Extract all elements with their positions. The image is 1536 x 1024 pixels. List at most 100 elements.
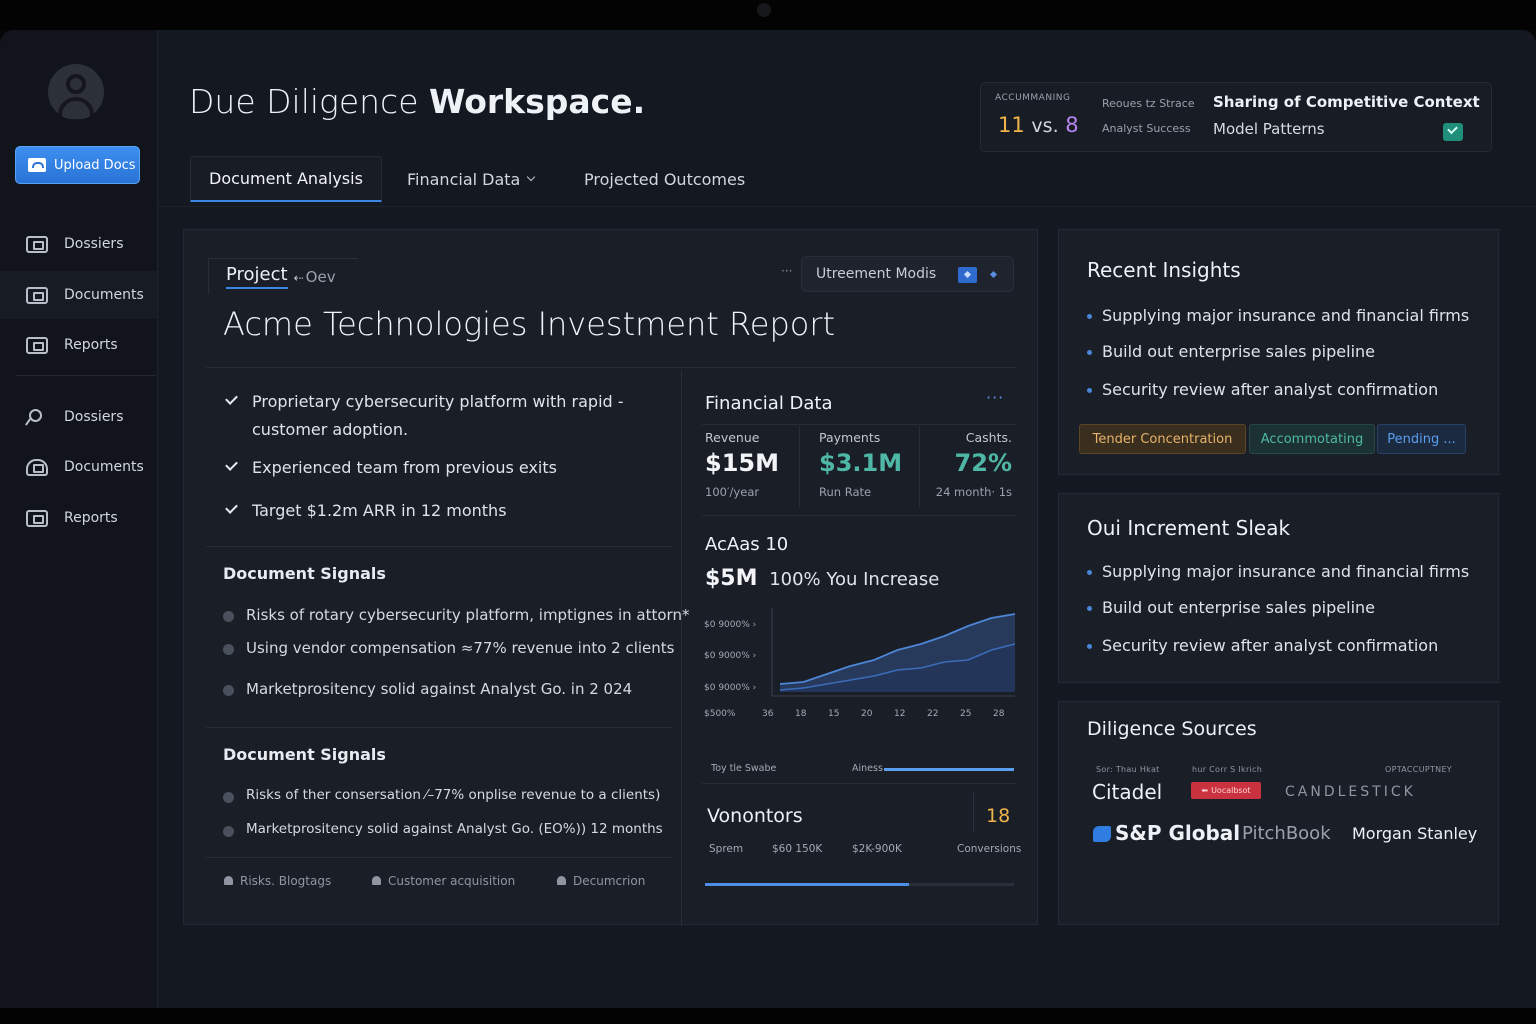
tab-label: Financial Data [407,169,521,189]
check-icon[interactable] [1443,123,1463,141]
camera-icon [757,3,771,17]
highlight-item: Target $1.2m ARR in 12 months [222,497,662,525]
sidebar-item-label: Documents [64,459,144,475]
source-logo-candlestick[interactable]: CANDLESTICK [1285,784,1416,800]
sidebar-item-reports-2[interactable]: Reports [0,494,157,542]
stat-subline: Model Patterns [1213,120,1325,138]
more-icon[interactable]: ··· [986,388,1004,407]
source-logo-citadel[interactable]: Citadel [1092,780,1162,804]
page-title-light: Due Diligence [189,82,419,121]
more-icon[interactable]: ··· [781,264,792,278]
vonontors-progress [705,883,1014,886]
stat-headline: Sharing of Competitive Context [1213,93,1480,111]
tab-projected-outcomes[interactable]: Projected Outcomes [584,156,745,202]
stat-label: ACCUMMANING [995,93,1071,103]
progress-fill [884,768,1014,771]
y-tick-label: $0 9000% › [704,651,756,661]
card-title: Recent Insights [1087,258,1241,282]
source-logo-pitchbook[interactable]: PitchBook [1242,823,1331,844]
link-icon [26,408,48,426]
signal-item: Risks of ther consersation ⁄–77% onplise… [222,787,660,803]
source-logo-sp-global[interactable]: S&P Global [1093,821,1240,845]
sidebar-item-label: Reports [64,337,118,353]
tag-accommotating[interactable]: Accommotating [1249,424,1375,454]
vonontors-sub: Sprem [709,843,744,855]
sidebar-item-label: Reports [64,510,118,526]
footer-tag[interactable]: Risks. Blogtags [224,874,331,888]
x-tick-label: 12 [894,709,905,719]
section-title: Document Signals [223,745,386,764]
sp-global-logo-icon [1093,826,1111,842]
metric-cash: Cashts. 72% 24 month· 1s [912,430,1012,508]
badge-icon [958,267,977,283]
metric-sub: 24 month· 1s [935,485,1012,499]
tab-label: Document Analysis [209,169,363,188]
tag-tender-concentration[interactable]: Tender Concentration [1079,424,1246,454]
x-tick-label: 36 [762,709,774,719]
metric-value: 72% [954,449,1012,477]
modis-selector[interactable]: Utreement Modis [801,256,1014,292]
divider [206,367,1016,368]
user-icon [66,74,86,94]
upload-docs-button[interactable]: Upload Docs [15,146,140,184]
tag-pending[interactable]: Pending ... [1377,424,1466,454]
report-panel: Project ⇠ Oev ··· Utreement Modis Acme Te… [183,229,1038,926]
stat-value: 11 vs. 8 [998,113,1079,137]
sidebar-item-documents-2[interactable]: Documents [0,443,157,491]
sidebar-item-documents[interactable]: Documents [0,271,157,319]
source-badge[interactable]: ⬅ Uocalbsot [1191,782,1261,799]
modis-label: Utreement Modis [816,266,937,282]
insight-item: Security review after analyst confirmati… [1087,636,1438,655]
report-title: Acme Technologies Investment Report [223,305,836,343]
source-logo-morgan-stanley[interactable]: Morgan Stanley [1352,824,1477,843]
metric-revenue: Revenue $15M 100′/year [705,430,809,508]
column-divider [681,370,682,926]
project-tab[interactable]: Project ⇠ Oev [208,258,358,294]
x-tick-label: 25 [960,709,971,719]
avatar[interactable] [48,64,104,120]
footer-tag[interactable]: Customer acquisition [372,874,515,888]
vonontors-sub: $60 150K [772,843,823,855]
y-tick-label: $0 9000% › [704,683,756,693]
divider [702,783,1016,784]
x-tick-label: 18 [795,709,807,719]
device-bezel-bottom [0,1008,1536,1024]
x-tick-label: 15 [828,709,839,719]
sidebar-item-dossiers-2[interactable]: Dossiers [0,393,157,441]
stat-vs: vs. [1031,115,1059,137]
sidebar: Upload Docs Dossiers Documents Reports D… [0,30,158,1010]
insight-item: Security review after analyst confirmati… [1087,380,1438,399]
metric-value: $15M [705,449,779,477]
metric-label: Payments [819,430,881,445]
card-title: Oui Increment Sleak [1087,516,1291,540]
metric-sub: 100′/year [705,485,760,499]
divider [973,792,974,832]
tab-financial-data[interactable]: Financial Data [407,156,536,202]
cloud-icon [26,458,48,476]
source-caption: Sor: Thau Hkat [1096,765,1160,774]
x-tick-label: 22 [927,709,938,719]
sidebar-item-dossiers[interactable]: Dossiers [0,220,157,268]
insight-item: Build out enterprise sales pipeline [1087,598,1375,617]
highlights-list: Proprietary cybersecurity platform with … [222,388,662,525]
source-logo-label: S&P Global [1115,821,1241,845]
app-window: Upload Docs Dossiers Documents Reports D… [0,30,1536,1010]
sidebar-item-reports[interactable]: Reports [0,321,157,369]
page-title-bold: Workspace. [429,82,646,121]
footer-tag[interactable]: Decumcrion [557,874,645,888]
metric-sub: Run Rate [819,485,872,499]
recent-insights-card: Recent Insights Supplying major insuranc… [1058,229,1499,475]
document-icon [26,286,48,304]
source-caption: OPTACCUPTNEY [1385,765,1452,774]
project-tab-extra: ⇠ Oev [294,268,336,286]
insight-item: Build out enterprise sales pipeline [1087,342,1375,361]
tab-label: Projected Outcomes [584,169,746,189]
stat-label-b1: Reoues tz Strace [1102,97,1195,110]
vonontors-label: Vonontors [707,805,803,827]
device-bezel-top [0,0,1536,30]
project-tab-label: Project [226,264,288,289]
source-caption: hur Corr S Ikrich [1192,765,1263,774]
x-tick-label: 20 [861,709,873,719]
tab-document-analysis[interactable]: Document Analysis [190,156,382,202]
chart-big-value: $5M [705,566,758,591]
